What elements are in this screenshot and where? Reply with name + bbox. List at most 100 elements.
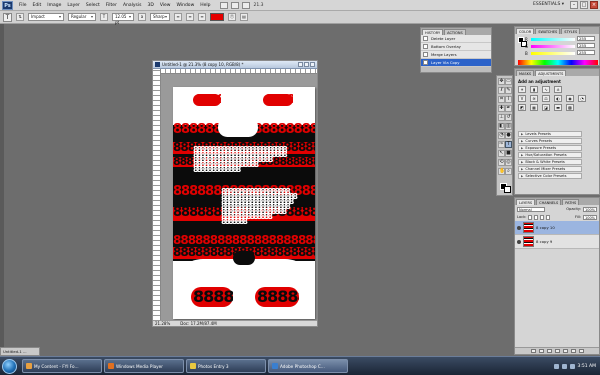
- posterize-icon[interactable]: ▦: [530, 104, 538, 111]
- close-button[interactable]: ×: [590, 1, 598, 9]
- tab-color[interactable]: COLOR: [516, 28, 535, 34]
- delete-layer-icon[interactable]: [578, 349, 584, 353]
- align-right-icon[interactable]: ≡: [198, 13, 206, 21]
- visibility-eye-icon[interactable]: [517, 225, 521, 230]
- minimize-button[interactable]: –: [570, 1, 578, 9]
- workspace-switcher[interactable]: ESSENTIALS ▾: [533, 2, 564, 7]
- green-slider[interactable]: [531, 44, 575, 48]
- add-mask-icon[interactable]: [546, 349, 552, 353]
- menu-filter[interactable]: Filter: [103, 3, 120, 8]
- text-color-swatch[interactable]: [210, 13, 224, 21]
- menu-layer[interactable]: Layer: [64, 3, 83, 8]
- history-brush-icon[interactable]: ↺: [505, 114, 512, 121]
- curves-icon[interactable]: ∿: [542, 86, 550, 93]
- taskbar-button-media-player[interactable]: Windows Media Player: [104, 359, 184, 373]
- menu-file[interactable]: File: [16, 3, 30, 8]
- menu-image[interactable]: Image: [44, 3, 64, 8]
- preset-selective-color[interactable]: ▶ Selective Color Presets: [518, 173, 582, 179]
- red-value-field[interactable]: 255: [577, 36, 595, 41]
- brush-tool-icon[interactable]: ✒: [505, 105, 512, 112]
- bridge-icon[interactable]: [219, 1, 228, 9]
- maximize-button[interactable]: □: [580, 1, 588, 9]
- hand-tool-icon[interactable]: ✋: [498, 168, 505, 175]
- crop-tool-icon[interactable]: ⌗: [498, 96, 505, 103]
- levels-icon[interactable]: ▮: [530, 86, 538, 93]
- blue-slider[interactable]: [531, 51, 575, 55]
- status-zoom[interactable]: 21.28%: [155, 321, 170, 326]
- background-color-swatch[interactable]: [504, 186, 511, 193]
- menu-window[interactable]: Window: [174, 3, 198, 8]
- hue-saturation-icon[interactable]: ≋: [530, 95, 538, 102]
- preset-exposure[interactable]: ▶ Exposure Presets: [518, 145, 582, 151]
- zoom-level[interactable]: 21.3: [254, 3, 264, 8]
- antialias-select[interactable]: Sharp ▾: [150, 13, 170, 21]
- move-tool-icon[interactable]: ✥: [498, 78, 505, 85]
- history-item[interactable]: Merge Layers: [421, 51, 491, 59]
- selective-color-icon[interactable]: ▩: [566, 104, 574, 111]
- black-white-icon[interactable]: ◐: [554, 95, 562, 102]
- start-button[interactable]: [2, 358, 17, 374]
- brightness-icon[interactable]: ☀: [518, 86, 526, 93]
- layer-style-icon[interactable]: [538, 349, 544, 353]
- pen-tool-icon[interactable]: ✑: [498, 141, 505, 148]
- 3d-orbit-icon[interactable]: ◎: [505, 159, 512, 166]
- blue-value-field[interactable]: 255: [577, 50, 595, 55]
- align-center-icon[interactable]: ≡: [186, 13, 194, 21]
- history-item-active[interactable]: Layer Via Copy: [421, 59, 491, 67]
- quick-select-tool-icon[interactable]: ✎: [505, 87, 512, 94]
- menu-3d[interactable]: 3D: [144, 3, 156, 8]
- menu-edit[interactable]: Edit: [30, 3, 45, 8]
- doc-minimize-button[interactable]: [298, 62, 303, 67]
- mini-bridge-icon[interactable]: [230, 1, 239, 9]
- preset-black-white[interactable]: ▶ Black & White Presets: [518, 159, 582, 165]
- lock-all-icon[interactable]: [546, 214, 551, 220]
- new-group-icon[interactable]: [562, 349, 568, 353]
- align-left-icon[interactable]: ≡: [174, 13, 182, 21]
- lock-pixels-icon[interactable]: [534, 214, 539, 220]
- document-titlebar[interactable]: Untitled-1 @ 21.3% (8 copy 10, RGB/8) *: [153, 61, 317, 69]
- preset-hue-saturation[interactable]: ▶ Hue/Saturation Presets: [518, 152, 582, 158]
- taskbar-button-photoshop[interactable]: Adobe Photoshop C...: [268, 359, 348, 373]
- taskbar-button-folder[interactable]: Photos Entry 3: [186, 359, 266, 373]
- red-slider[interactable]: [531, 37, 575, 41]
- doc-maximize-button[interactable]: [304, 62, 309, 67]
- exposure-icon[interactable]: ±: [554, 86, 562, 93]
- vibrance-icon[interactable]: V: [518, 95, 526, 102]
- tab-swatches[interactable]: SWATCHES: [535, 28, 561, 34]
- visibility-eye-icon[interactable]: [517, 239, 521, 244]
- tray-app-icon[interactable]: [569, 363, 575, 369]
- document-canvas[interactable]: 888 8888 8888888888888888888 88 88888888888…: [173, 87, 315, 319]
- warp-text-icon[interactable]: Ⓣ: [228, 13, 236, 21]
- volume-icon[interactable]: [561, 363, 567, 369]
- clone-stamp-icon[interactable]: ⊥: [498, 114, 505, 121]
- blend-mode-select[interactable]: Normal: [517, 206, 545, 212]
- vertical-ruler[interactable]: [153, 69, 161, 320]
- green-value-field[interactable]: 255: [577, 43, 595, 48]
- eyedropper-tool-icon[interactable]: ⌇: [505, 96, 512, 103]
- eraser-tool-icon[interactable]: ◧: [498, 123, 505, 130]
- preset-channel-mixer[interactable]: ▶ Channel Mixer Presets: [518, 166, 582, 172]
- fill-field[interactable]: 100%: [583, 214, 597, 220]
- marquee-tool-icon[interactable]: ▭: [505, 78, 512, 85]
- tab-masks[interactable]: MASKS: [516, 70, 535, 76]
- menu-analysis[interactable]: Analysis: [120, 3, 145, 8]
- lock-transparency-icon[interactable]: [528, 214, 533, 220]
- minimized-document[interactable]: Untitled-1 ...: [0, 347, 40, 356]
- healing-brush-icon[interactable]: ✚: [498, 105, 505, 112]
- tab-layers[interactable]: LAYERS: [516, 199, 536, 205]
- adjustment-layer-icon[interactable]: [554, 349, 560, 353]
- new-layer-icon[interactable]: [570, 349, 576, 353]
- channel-mixer-icon[interactable]: ◔: [578, 95, 586, 102]
- blur-tool-icon[interactable]: ◔: [498, 132, 505, 139]
- color-spectrum[interactable]: [518, 60, 598, 65]
- preset-curves[interactable]: ▶ Curves Presets: [518, 138, 582, 144]
- doc-close-button[interactable]: [310, 62, 315, 67]
- link-layers-icon[interactable]: [530, 349, 536, 353]
- font-style-select[interactable]: Regular ▾: [68, 13, 96, 21]
- lock-position-icon[interactable]: [540, 214, 545, 220]
- tab-history[interactable]: HISTORY: [422, 29, 444, 35]
- tab-adjustments[interactable]: ADJUSTMENTS: [535, 70, 567, 76]
- threshold-icon[interactable]: ◪: [542, 104, 550, 111]
- lasso-tool-icon[interactable]: ℓ: [498, 87, 505, 94]
- photo-filter-icon[interactable]: ◉: [566, 95, 574, 102]
